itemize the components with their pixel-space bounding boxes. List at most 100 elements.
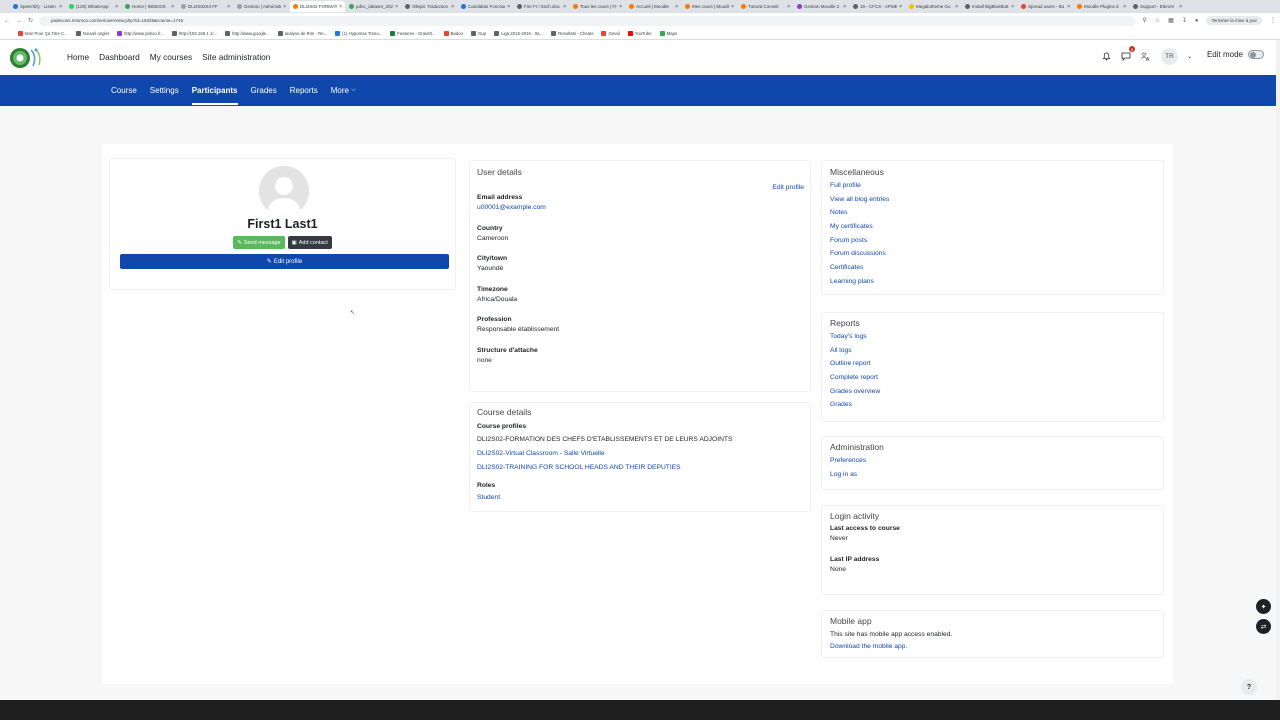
course-link[interactable]: DLI2S02-Virtual Classroom - Salle Virtue…	[477, 447, 807, 461]
tab-close-icon[interactable]: ×	[115, 4, 118, 10]
tab-participants[interactable]: Participants	[191, 75, 245, 106]
tab-close-icon[interactable]: ×	[339, 4, 342, 10]
browser-tab[interactable]: Megalotheme Gu ×	[906, 1, 961, 12]
forward-icon[interactable]: →	[16, 18, 22, 24]
bookmark-item[interactable]: http://www.yahoo.fr...	[117, 31, 164, 36]
browser-menu-icon[interactable]: ⋮	[1270, 17, 1276, 24]
sidebar-link[interactable]: Grades	[830, 398, 1150, 412]
nav-dashboard[interactable]: Dashboard	[99, 52, 140, 62]
tab-close-icon[interactable]: ×	[731, 4, 734, 10]
sidebar-link[interactable]: Forum discussions	[830, 247, 1150, 261]
sidebar-link[interactable]: Grades overview	[830, 385, 1150, 399]
bookmark-item[interactable]: Liga 2015-2016 - Ita...	[494, 31, 543, 36]
browser-tab[interactable]: 19 - CFCS - APME ×	[850, 1, 905, 12]
tab-close-icon[interactable]: ×	[395, 4, 398, 10]
language-icon[interactable]: 文A	[1141, 51, 1152, 62]
bookmark-item[interactable]: analyse de Rim - Re...	[277, 31, 327, 36]
nav-home[interactable]: Home	[67, 52, 89, 62]
tab-close-icon[interactable]: ×	[619, 4, 622, 10]
tab-close-icon[interactable]: ×	[955, 4, 958, 10]
extensions-icon[interactable]: ▦	[1168, 17, 1174, 24]
ai-assist-icon[interactable]: ✦	[1256, 599, 1271, 614]
send-message-button[interactable]: ✎ Send message	[233, 236, 285, 249]
tab-close-icon[interactable]: ×	[899, 4, 902, 10]
browser-tab[interactable]: DLI2S02S4 FF ×	[178, 1, 233, 12]
tab-close-icon[interactable]: ×	[1011, 4, 1014, 10]
tab-close-icon[interactable]: ×	[171, 4, 174, 10]
sidebar-link[interactable]: Full profile	[830, 179, 1150, 193]
edit-mode-toggle[interactable]	[1248, 49, 1264, 59]
tab-close-icon[interactable]: ×	[1067, 4, 1070, 10]
url-field[interactable]: padecons.mmmoo.com/en/user/view.php?id=1…	[39, 15, 1137, 26]
page-scrollbar[interactable]	[1276, 40, 1280, 700]
browser-tab[interactable]: Home | INDEXIS ×	[122, 1, 177, 12]
tab-close-icon[interactable]: ×	[451, 4, 454, 10]
browser-tab[interactable]: Install BigBlueButt ×	[962, 1, 1017, 12]
bookmark-item[interactable]: (1) Hypomax Tresu...	[335, 31, 382, 36]
bookmark-item[interactable]: Resultats - Cheats	[551, 31, 593, 36]
browser-tab[interactable]: Accueil | Moodle ×	[626, 1, 681, 12]
sidebar-link[interactable]: Log in as	[830, 468, 1150, 482]
sidebar-link[interactable]: Certificates	[830, 261, 1150, 275]
bookmark-item[interactable]: Nouvel onglet	[75, 31, 109, 36]
nav-site-administration[interactable]: Site administration	[202, 52, 270, 62]
bookmark-item[interactable]: Gmail	[601, 31, 620, 36]
tab-course[interactable]: Course	[111, 75, 144, 106]
site-logo-icon[interactable]	[9, 46, 49, 69]
browser-tab[interactable]: (125) WhatsApp ×	[66, 1, 121, 12]
sidebar-link[interactable]: Learning plans	[830, 275, 1150, 289]
sidebar-link[interactable]: Forum posts	[830, 234, 1150, 248]
add-contact-button[interactable]: ▣ Add contact	[287, 236, 332, 249]
browser-tab[interactable]: Tous les cours | Fre ×	[570, 1, 625, 12]
browser-tab[interactable]: Fire Fr / Itech.xlsx ×	[514, 1, 569, 12]
tab-close-icon[interactable]: ×	[1123, 4, 1126, 10]
bookmark-item[interactable]: Mon Pour Ça Titre C...	[18, 31, 68, 36]
tab-close-icon[interactable]: ×	[1179, 4, 1182, 10]
browser-tab[interactable]: Gestion | Administr ×	[234, 1, 289, 12]
zoom-icon[interactable]: ⚲	[1142, 17, 1146, 24]
tab-close-icon[interactable]: ×	[563, 4, 566, 10]
nav-my-courses[interactable]: My courses	[150, 52, 192, 62]
bookmark-item[interactable]: Features - Gravit3...	[390, 31, 436, 36]
browser-tab[interactable]: Spread users - Bo ×	[1018, 1, 1073, 12]
tab-more[interactable]: More ⌵	[331, 75, 363, 106]
tab-settings[interactable]: Settings	[150, 75, 186, 106]
bookmark-item[interactable]: http://www.google...	[225, 31, 270, 36]
download-mobile-app-link[interactable]: Download the mobile app.	[830, 643, 907, 650]
user-menu-chevron-down-icon[interactable]: ⌄	[1187, 53, 1192, 60]
tab-close-icon[interactable]: ×	[843, 4, 846, 10]
tab-close-icon[interactable]: ×	[507, 4, 510, 10]
browser-tab[interactable]: Tutorat Conseil ×	[738, 1, 793, 12]
tab-reports[interactable]: Reports	[290, 75, 325, 106]
browser-tab[interactable]: Moodle Plugins d ×	[1074, 1, 1129, 12]
edit-profile-button[interactable]: ✎ Edit profile	[120, 254, 449, 269]
browser-tab[interactable]: pdnc_dataset_2023 ×	[346, 1, 401, 12]
profile-icon[interactable]: ●	[1195, 18, 1199, 24]
role-link[interactable]: Student	[477, 494, 500, 501]
sidebar-link[interactable]: Notes	[830, 206, 1150, 220]
update-pill[interactable]: Terminer la mise à jour	[1206, 16, 1262, 25]
bookmark-item[interactable]: http://192.168.1.1/...	[171, 31, 217, 36]
browser-tab[interactable]: Speechify - Listen ×	[10, 1, 65, 12]
browser-tab[interactable]: Gestion Moodle 2 ×	[794, 1, 849, 12]
bookmark-item[interactable]: YouTube	[627, 31, 652, 36]
browser-tab[interactable]: Mes cours | Moodle ×	[682, 1, 737, 12]
tab-close-icon[interactable]: ×	[675, 4, 678, 10]
edit-profile-link[interactable]: Edit profile	[772, 184, 804, 191]
bell-icon[interactable]	[1101, 51, 1112, 62]
browser-tab[interactable]: Ollepic Traduction ×	[402, 1, 457, 12]
bookmark-item[interactable]: Gup	[470, 31, 486, 36]
sidebar-link[interactable]: Preferences	[830, 454, 1150, 468]
tab-close-icon[interactable]: ×	[59, 4, 62, 10]
tab-close-icon[interactable]: ×	[227, 4, 230, 10]
sidebar-link[interactable]: My certificates	[830, 220, 1150, 234]
tab-close-icon[interactable]: ×	[787, 4, 790, 10]
sidebar-link[interactable]: Today's logs	[830, 330, 1150, 344]
bookmark-item[interactable]: Maps	[659, 31, 677, 36]
sidebar-link[interactable]: Outline report	[830, 357, 1150, 371]
translate-icon[interactable]: ⇄	[1256, 619, 1271, 634]
messages-icon[interactable]: 5	[1121, 46, 1135, 62]
browser-tab[interactable]: Candidats Fonctions ×	[458, 1, 513, 12]
sidebar-link[interactable]: All logs	[830, 344, 1150, 358]
bookmark-star-icon[interactable]: ☆	[1155, 17, 1160, 24]
